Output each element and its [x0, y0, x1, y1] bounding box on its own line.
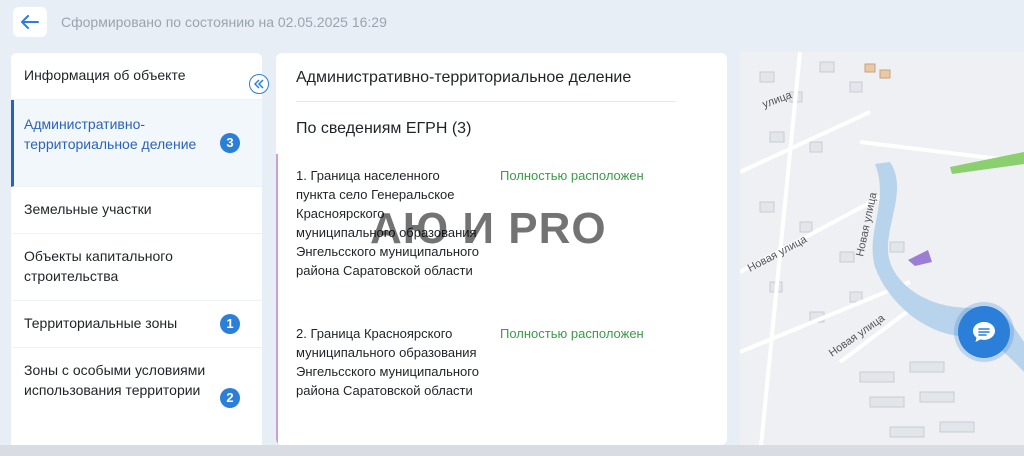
sidebar-item-label: Земельные участки: [24, 201, 152, 217]
sidebar-item-special-zones[interactable]: Зоны с особыми условиями использования т…: [11, 348, 262, 445]
count-badge: 3: [220, 133, 240, 153]
divider: [296, 101, 676, 102]
sidebar-item-land-plots[interactable]: Земельные участки: [11, 187, 262, 234]
count-badge: 2: [220, 387, 240, 408]
map-canvas: улица Новая улица Новая улица Новая улиц…: [740, 52, 1024, 456]
sidebar-item-label: Объекты капитального строительства: [24, 248, 173, 284]
sidebar-item-label: Территориальные зоны: [24, 315, 178, 331]
panel-title: Административно-территориальное деление: [296, 69, 632, 86]
watermark: АЮ И PRO: [370, 204, 607, 253]
records-list: 1. Граница населенного пункта село Генер…: [276, 154, 727, 445]
sidebar-item-label: Административно-территориальное деление: [24, 116, 197, 152]
bottom-strip: [0, 445, 1024, 456]
record-text: 2. Граница Красноярского муниципального …: [296, 326, 479, 398]
chat-bubble-icon: [973, 322, 995, 342]
sidebar-item-capital-construction[interactable]: Объекты капитального строительства: [11, 234, 262, 301]
count-badge: 1: [220, 314, 240, 334]
collapse-sidebar-button[interactable]: [249, 74, 269, 94]
back-button[interactable]: [13, 7, 47, 37]
sidebar-item-label: Зоны с особыми условиями использования т…: [24, 362, 206, 398]
sidebar: Информация об объекте Административно-те…: [11, 53, 262, 445]
record-status: Полностью расположен: [500, 326, 644, 341]
double-chevron-left-icon: [254, 79, 264, 89]
sidebar-item-admin-division[interactable]: Административно-территориальное деление …: [11, 100, 262, 187]
top-bar: Сформировано по состоянию на 02.05.2025 …: [0, 0, 740, 44]
record-status: Полностью расположен: [500, 168, 644, 183]
arrow-left-icon: [21, 15, 39, 29]
sidebar-item-label: Информация об объекте: [24, 67, 186, 83]
sidebar-item-territorial-zones[interactable]: Территориальные зоны 1: [11, 301, 262, 348]
sidebar-item-object-info[interactable]: Информация об объекте: [11, 53, 262, 100]
map-view[interactable]: улица Новая улица Новая улица Новая улиц…: [740, 52, 1024, 456]
egrn-section-title: По сведениям ЕГРН (3): [296, 120, 472, 137]
chat-button[interactable]: [958, 306, 1010, 358]
generated-timestamp: Сформировано по состоянию на 02.05.2025 …: [61, 14, 387, 30]
